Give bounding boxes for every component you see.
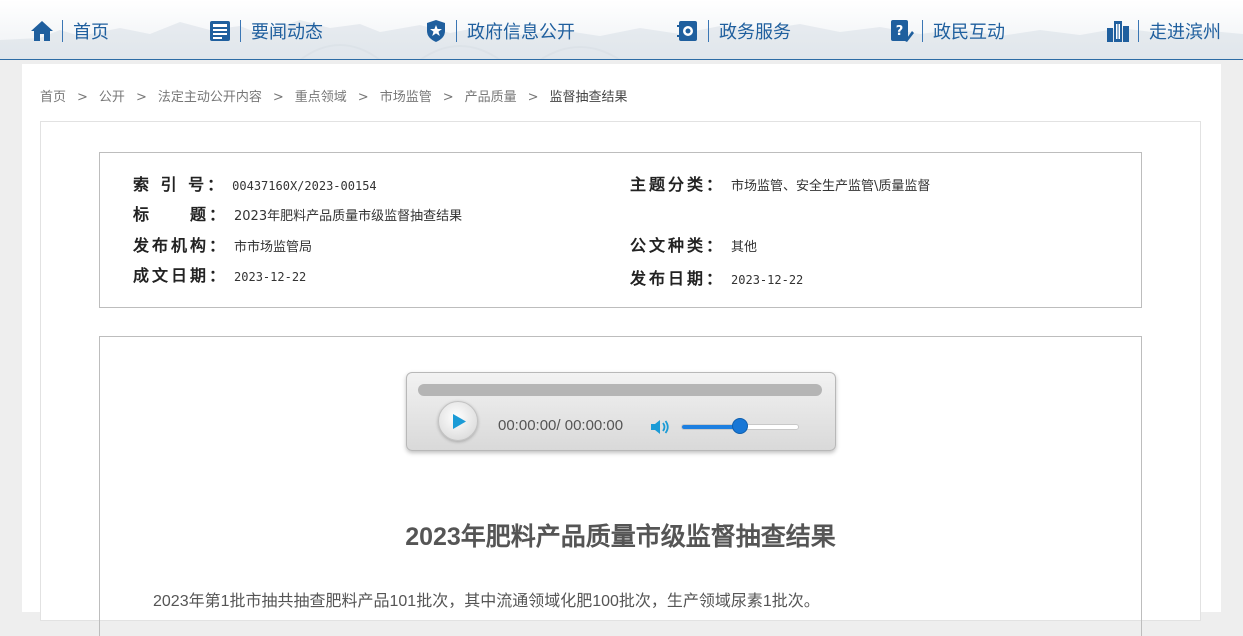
header-skyline-decoration bbox=[0, 20, 1243, 60]
breadcrumb-separator: > bbox=[77, 90, 88, 105]
breadcrumb: 首页 > 公开 > 法定主动公开内容 > 重点领域 > 市场监管 > 产品质量 > 监督抽查结果 bbox=[40, 86, 628, 105]
nav-separator bbox=[922, 20, 923, 42]
buildings-icon bbox=[1107, 21, 1129, 42]
chat-edit-icon: ? bbox=[891, 20, 914, 42]
nav-bottom-bar bbox=[0, 59, 1243, 60]
badge-icon bbox=[427, 20, 445, 42]
meta-doctype-value: 其他 bbox=[731, 240, 758, 255]
meta-title: 标 题： 2023年肥料产品质量市级监督抽查结果 bbox=[133, 201, 462, 225]
nav-item-gov-info[interactable]: 政府信息公开 bbox=[424, 15, 575, 47]
home-icon bbox=[31, 21, 53, 41]
svg-text:?: ? bbox=[896, 24, 904, 39]
meta-doctype-label: 公文种类： bbox=[630, 236, 726, 255]
article-paragraph: 2023年第1批市抽共抽查肥料产品101批次，其中流通领域化肥100批次，生产领… bbox=[153, 593, 820, 610]
play-icon bbox=[453, 414, 466, 429]
breadcrumb-separator: > bbox=[527, 90, 539, 105]
meta-created-label: 成文日期： bbox=[133, 266, 229, 285]
content-frame: 索 引 号： 00437160X/2023-00154 主题分类： 市场监管、安… bbox=[40, 121, 1201, 636]
breadcrumb-link-home[interactable]: 首页 bbox=[40, 90, 66, 105]
nav-item-label: 首页 bbox=[73, 22, 109, 43]
nav-item-about[interactable]: 走进滨州 bbox=[1106, 15, 1221, 47]
meta-doctype: 公文种类： 其他 bbox=[630, 232, 757, 256]
meta-index: 索 引 号： 00437160X/2023-00154 bbox=[133, 171, 377, 195]
audio-player: 00:00:00/ 00:00:00 bbox=[406, 372, 836, 451]
meta-index-value: 00437160X/2023-00154 bbox=[232, 179, 377, 193]
volume-slider-handle[interactable] bbox=[732, 418, 748, 434]
page-container: 首页 > 公开 > 法定主动公开内容 > 重点领域 > 市场监管 > 产品质量 > 监督抽查结果 索 引… bbox=[22, 64, 1221, 636]
breadcrumb-link-statutory[interactable]: 法定主动公开内容 bbox=[158, 90, 262, 105]
meta-created: 成文日期： 2023-12-22 bbox=[133, 262, 306, 286]
meta-created-value: 2023-12-22 bbox=[234, 270, 307, 284]
article-container: 00:00:00/ 00:00:00 2023年肥料产品质量市级监督抽查结果 2… bbox=[99, 336, 1142, 636]
meta-org-value: 市市场监管局 bbox=[234, 240, 313, 255]
meta-topic-label: 主题分类： bbox=[630, 175, 726, 194]
meta-org: 发布机构： 市市场监管局 bbox=[133, 232, 312, 256]
breadcrumb-current[interactable]: 监督抽查结果 bbox=[550, 90, 628, 105]
meta-topic-value: 市场监管、安全生产监管\质量监督 bbox=[731, 179, 931, 194]
breadcrumb-separator: > bbox=[357, 90, 369, 105]
nav-item-label: 要闻动态 bbox=[251, 22, 323, 43]
article-title: 2023年肥料产品质量市级监督抽查结果 bbox=[405, 523, 836, 551]
meta-index-label: 索 引 号： bbox=[133, 175, 227, 194]
nav-separator bbox=[456, 20, 457, 42]
breadcrumb-link-key-areas[interactable]: 重点领域 bbox=[295, 90, 347, 105]
nav-item-news[interactable]: 要闻动态 bbox=[208, 15, 323, 47]
nav-separator bbox=[240, 20, 241, 42]
meta-topic: 主题分类： 市场监管、安全生产监管\质量监督 bbox=[630, 171, 930, 195]
nav-separator bbox=[708, 20, 709, 42]
breadcrumb-separator: > bbox=[135, 90, 147, 105]
nav-item-label: 政务服务 bbox=[719, 22, 791, 43]
audio-progress-bar[interactable] bbox=[418, 384, 822, 396]
nav-item-services[interactable]: 政务服务 bbox=[676, 15, 791, 47]
breadcrumb-link-product-quality[interactable]: 产品质量 bbox=[465, 90, 517, 105]
audio-time: 00:00:00/ 00:00:00 bbox=[498, 417, 624, 434]
breadcrumb-separator: > bbox=[272, 90, 284, 105]
nav-item-interaction[interactable]: ? 政民互动 bbox=[890, 15, 1005, 47]
nav-item-label: 政府信息公开 bbox=[467, 22, 575, 43]
meta-published: 发布日期： 2023-12-22 bbox=[630, 265, 803, 289]
volume-icon[interactable] bbox=[650, 418, 670, 436]
nav-separator bbox=[1138, 20, 1139, 42]
meta-title-label: 标 题： bbox=[133, 205, 229, 224]
meta-published-label: 发布日期： bbox=[630, 269, 726, 288]
document-metadata: 索 引 号： 00437160X/2023-00154 主题分类： 市场监管、安… bbox=[99, 152, 1142, 308]
nav-item-label: 走进滨州 bbox=[1149, 22, 1221, 43]
meta-org-label: 发布机构： bbox=[133, 236, 229, 255]
meta-title-value: 2023年肥料产品质量市级监督抽查结果 bbox=[234, 209, 463, 224]
news-icon bbox=[210, 21, 230, 41]
top-navigation: 首页 要闻动态 政府信息公开 政务服务 ? 政民互动 走进滨州 bbox=[0, 0, 1243, 60]
breadcrumb-separator: > bbox=[442, 90, 454, 105]
service-book-icon bbox=[677, 21, 697, 41]
nav-separator bbox=[62, 20, 63, 42]
meta-published-value: 2023-12-22 bbox=[731, 273, 804, 287]
play-button[interactable] bbox=[438, 401, 478, 441]
nav-item-home[interactable]: 首页 bbox=[30, 15, 109, 47]
breadcrumb-link-open[interactable]: 公开 bbox=[99, 90, 125, 105]
nav-item-label: 政民互动 bbox=[933, 22, 1005, 43]
breadcrumb-link-market-regulation[interactable]: 市场监管 bbox=[380, 90, 432, 105]
